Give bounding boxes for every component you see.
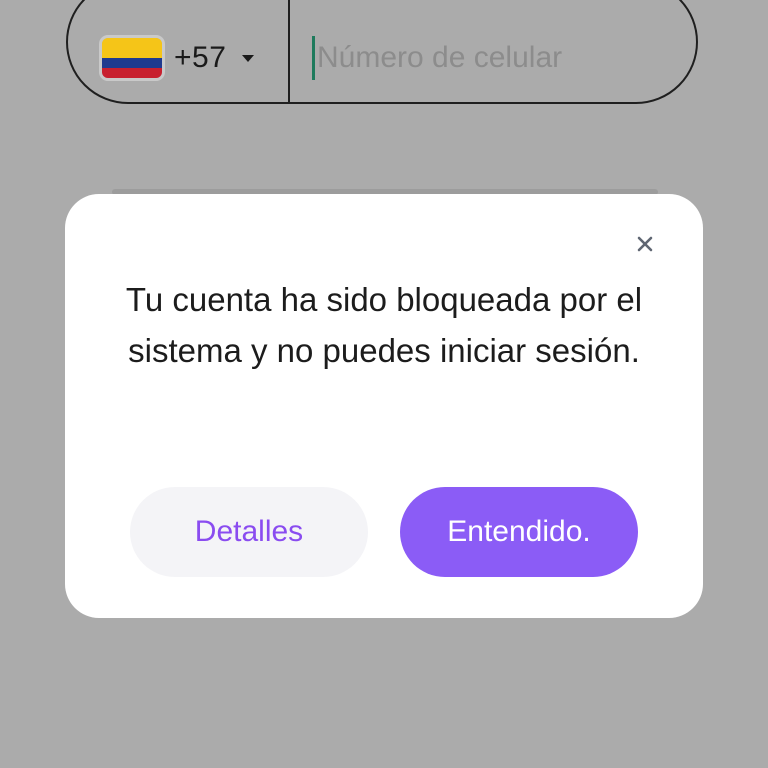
account-blocked-dialog: Tu cuenta ha sido bloqueada por el siste…	[65, 194, 703, 618]
phone-number-input-wrap	[290, 0, 696, 102]
flag-stripe-blue	[102, 58, 162, 68]
phone-number-input[interactable]	[317, 41, 657, 75]
understood-button[interactable]: Entendido.	[400, 487, 638, 577]
country-code-picker[interactable]: +57	[68, 0, 290, 102]
chevron-down-icon	[242, 54, 255, 62]
login-screen: +57 Tu cuenta ha sido bloqueada por el s…	[0, 0, 768, 768]
details-button[interactable]: Detalles	[130, 487, 368, 577]
close-icon[interactable]	[631, 230, 659, 258]
flag-stripe-yellow	[102, 38, 162, 58]
dialog-message: Tu cuenta ha sido bloqueada por el siste…	[125, 281, 643, 369]
flag-stripe-red	[102, 68, 162, 78]
phone-number-field: +57	[66, 0, 698, 104]
dial-code: +57	[174, 41, 227, 74]
text-cursor	[312, 36, 315, 80]
colombia-flag-icon	[102, 38, 162, 78]
